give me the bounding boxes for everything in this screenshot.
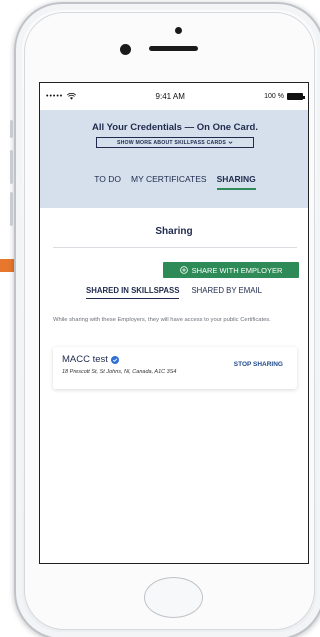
tab-to-do[interactable]: TO DO: [94, 174, 121, 190]
verified-check-icon: [110, 355, 119, 364]
title-divider: [53, 247, 297, 248]
battery-percent: 100 %: [264, 93, 284, 100]
show-more-button[interactable]: SHOW MORE ABOUT SKILLPASS CARDS: [96, 137, 254, 148]
status-time: 9:41 AM: [155, 92, 185, 101]
subtab-shared-in-skillspass[interactable]: SHARED IN SKILLSPASS: [86, 286, 180, 299]
show-more-label: SHOW MORE ABOUT SKILLPASS CARDS: [116, 139, 227, 146]
share-button-label: SHARE WITH EMPLOYER: [191, 265, 283, 275]
credentials-banner: All Your Credentials — On One Card. SHOW…: [40, 110, 308, 208]
tab-sharing[interactable]: SHARING: [216, 174, 256, 190]
tab-my-certificates[interactable]: MY CERTIFICATES: [131, 174, 207, 190]
chevron-down-icon: [228, 141, 233, 144]
status-right: 100 %: [264, 93, 305, 100]
proximity-sensor: [175, 27, 182, 34]
volume-down-button: [10, 192, 13, 226]
wifi-icon: [67, 93, 77, 100]
share-with-employer-button[interactable]: SHARE WITH EMPLOYER: [163, 262, 299, 278]
subtab-shared-by-email[interactable]: SHARED BY EMAIL: [191, 286, 261, 299]
sharing-subtabs: SHARED IN SKILLSPASS SHARED BY EMAIL: [40, 286, 308, 299]
status-bar: ••••• 9:41 AM 100 %: [40, 83, 308, 110]
volume-up-button: [10, 150, 13, 184]
banner-title: All Your Credentials — On One Card.: [92, 122, 258, 133]
employer-name: MACC test: [62, 354, 108, 365]
signal-strength: •••••: [46, 93, 64, 100]
stop-sharing-button[interactable]: STOP SHARING: [234, 361, 283, 368]
plus-circle-icon: [179, 266, 188, 274]
sharing-info-text: While sharing with these Employers, they…: [53, 317, 271, 323]
mute-switch: [10, 120, 13, 138]
earpiece-speaker: [149, 46, 198, 51]
home-button[interactable]: [144, 577, 203, 618]
page-title: Sharing: [155, 226, 193, 237]
employer-name-row: MACC test: [62, 354, 119, 365]
battery-icon: [286, 93, 305, 100]
employer-address: 18 Prescott St, St Johns, Nl, Canada, A1…: [62, 369, 177, 375]
employer-card: MACC test 18 Prescott St, St Johns, Nl, …: [53, 347, 297, 389]
app-screen: ••••• 9:41 AM 100 % All Your Credentials…: [39, 82, 309, 564]
status-left: •••••: [46, 93, 77, 100]
main-tabs: TO DO MY CERTIFICATES SHARING: [40, 174, 308, 190]
front-camera: [120, 44, 131, 55]
